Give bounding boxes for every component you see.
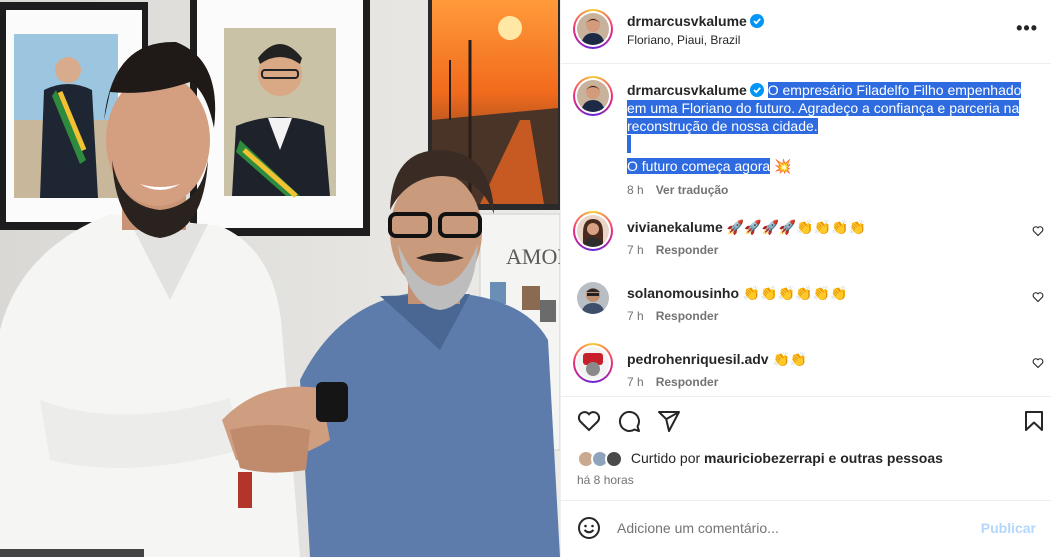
caption-line-1: O empresário Filadelfo Filho empenhado <box>767 82 1022 98</box>
post-location[interactable]: Floriano, Piaui, Brazil <box>627 33 740 47</box>
likes-summary: Curtido por mauriciobezerrapi e outras p… <box>577 450 943 469</box>
emoji-icon[interactable] <box>577 516 601 540</box>
comment-time[interactable]: 7 h <box>627 375 644 389</box>
caption-emoji: 💥 <box>774 158 792 174</box>
post-actions-bar <box>561 396 1051 446</box>
share-icon[interactable] <box>657 409 681 433</box>
reply-button[interactable]: Responder <box>656 309 719 323</box>
comment-username[interactable]: vivianekalume <box>627 219 723 235</box>
caption-author-avatar[interactable] <box>573 76 613 116</box>
reply-button[interactable]: Responder <box>656 375 719 389</box>
comment-input[interactable]: Adicione um comentário... <box>617 520 779 536</box>
post-header: drmarcusvkalume Floriano, Piaui, Brazil … <box>561 0 1051 64</box>
photo-illustration: AMOR <box>0 0 560 557</box>
comment-item: solanomousinho 👏👏👏👏👏👏 7 h Responder <box>561 285 1051 351</box>
caption-avatar-image <box>577 80 609 112</box>
comment-username[interactable]: pedrohenriquesil.adv <box>627 351 769 367</box>
comment-icon[interactable] <box>617 409 641 433</box>
liker-avatars <box>577 450 627 469</box>
caption-username[interactable]: drmarcusvkalume <box>627 82 747 98</box>
comment-time[interactable]: 7 h <box>627 243 644 257</box>
author-avatar[interactable] <box>573 9 613 49</box>
heart-icon[interactable] <box>577 409 601 433</box>
see-translation-button[interactable]: Ver tradução <box>656 183 729 197</box>
comment-username[interactable]: solanomousinho <box>627 285 739 301</box>
comment-item: vivianekalume 🚀🚀🚀🚀👏👏👏👏 7 h Responder <box>561 219 1051 285</box>
post-details-panel: drmarcusvkalume Floriano, Piaui, Brazil … <box>560 0 1051 557</box>
liker-avatar[interactable] <box>605 450 623 469</box>
post-photo[interactable]: AMOR <box>0 0 560 557</box>
add-comment-bar: Adicione um comentário... Publicar <box>561 500 1051 557</box>
reply-button[interactable]: Responder <box>656 243 719 257</box>
photo-progress-bar <box>0 549 144 557</box>
bookmark-icon[interactable] <box>1022 409 1046 433</box>
caption-line-2: em uma Floriano do futuro. Agradeço a co… <box>627 100 1020 116</box>
comment-like-icon[interactable] <box>1032 357 1044 369</box>
liked-by-others[interactable]: e outras pessoas <box>829 450 943 466</box>
verified-badge-icon <box>749 14 764 28</box>
comment-text: 👏👏 <box>772 351 808 367</box>
author-avatar-image <box>577 13 609 45</box>
more-options-icon[interactable]: ••• <box>1016 18 1038 39</box>
liked-by-prefix: Curtido por <box>630 450 701 466</box>
wall-sign: AMOR <box>506 244 560 269</box>
caption-line-3: reconstrução de nossa cidade. <box>627 118 818 134</box>
comment-like-icon[interactable] <box>1032 225 1044 237</box>
caption-blank-line <box>627 135 631 153</box>
verified-badge-icon <box>749 83 764 97</box>
liked-by-user[interactable]: mauriciobezerrapi <box>704 450 825 466</box>
comment-time[interactable]: 7 h <box>627 309 644 323</box>
caption-time[interactable]: 8 h <box>627 183 644 197</box>
comment-text: 🚀🚀🚀🚀👏👏👏👏 <box>726 219 867 235</box>
author-username[interactable]: drmarcusvkalume <box>627 13 747 29</box>
comment-text: 👏👏👏👏👏👏 <box>742 285 848 301</box>
caption-line-4: O futuro começa agora <box>627 158 771 174</box>
publish-button[interactable]: Publicar <box>981 520 1036 536</box>
post-caption: drmarcusvkalume O empresário Filadelfo F… <box>627 81 1027 199</box>
post-timestamp[interactable]: há 8 horas <box>577 473 634 487</box>
comment-like-icon[interactable] <box>1032 291 1044 303</box>
